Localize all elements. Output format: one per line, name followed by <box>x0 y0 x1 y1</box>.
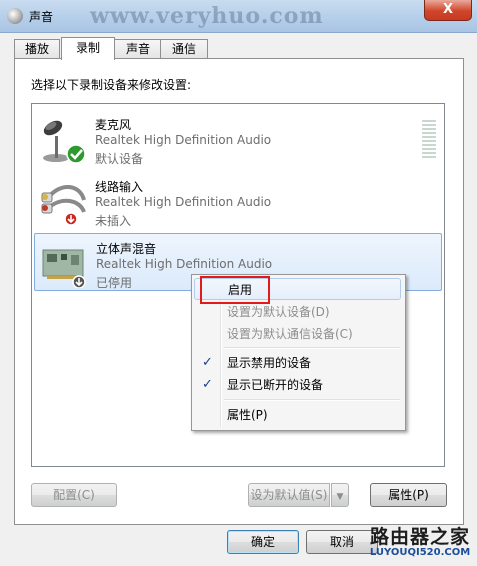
tab-recording[interactable]: 录制 <box>61 37 115 60</box>
device-driver: Realtek High Definition Audio <box>96 257 273 271</box>
tab-playback[interactable]: 播放 <box>14 39 60 59</box>
checkmark-icon: ✓ <box>202 355 213 370</box>
set-default-button[interactable]: 设为默认值(S) <box>248 483 330 507</box>
green-check-icon <box>66 144 86 164</box>
menu-item-enable[interactable]: 启用 <box>194 278 401 300</box>
menu-separator <box>224 347 400 349</box>
configure-button[interactable]: 配置(C) <box>31 483 117 507</box>
sound-dialog: 声音 www.veryhuo.com X 播放 录制 声音 通信 选择以下录制设… <box>0 0 477 566</box>
set-default-dropdown[interactable]: ▼ <box>331 483 349 507</box>
context-menu: 启用 设置为默认设备(D) 设置为默认通信设备(C) ✓ 显示禁用的设备 ✓ 显… <box>191 274 406 431</box>
checkmark-icon: ✓ <box>202 377 213 392</box>
rca-cable-icon <box>41 185 86 226</box>
close-icon: X <box>442 2 454 17</box>
tab-communications[interactable]: 通信 <box>160 39 208 59</box>
menu-item-set-default[interactable]: 设置为默认设备(D) <box>194 301 401 323</box>
speaker-icon <box>7 8 23 24</box>
site-branding: 路由器之家 LUYOUQI520.COM <box>365 522 475 564</box>
brand-url: LUYOUQI520.COM <box>369 547 471 558</box>
device-status: 默认设备 <box>95 152 144 166</box>
device-status: 未插入 <box>95 214 132 228</box>
device-item-line-in[interactable]: 线路输入 Realtek High Definition Audio 未插入 <box>34 172 440 228</box>
menu-item-show-disabled[interactable]: ✓ 显示禁用的设备 <box>194 352 401 374</box>
menu-item-set-default-communication[interactable]: 设置为默认通信设备(C) <box>194 323 401 345</box>
properties-button[interactable]: 属性(P) <box>370 483 447 507</box>
menu-item-properties[interactable]: 属性(P) <box>194 404 401 426</box>
device-driver: Realtek High Definition Audio <box>95 195 272 209</box>
chevron-down-icon: ▼ <box>336 492 344 502</box>
watermark: www.veryhuo.com <box>90 3 324 29</box>
menu-item-show-disconnected[interactable]: ✓ 显示已断开的设备 <box>194 374 401 396</box>
title-bar: 声音 www.veryhuo.com X <box>0 0 477 33</box>
ok-button[interactable]: 确定 <box>227 530 299 554</box>
instruction-text: 选择以下录制设备来修改设置: <box>31 78 192 92</box>
menu-separator <box>224 399 400 401</box>
sound-card-icon <box>42 249 86 288</box>
device-status: 已停用 <box>96 276 133 290</box>
brand-name: 路由器之家 <box>369 526 470 548</box>
close-button[interactable]: X <box>424 0 472 21</box>
device-name: 麦克风 <box>95 118 132 132</box>
level-meter <box>422 120 436 160</box>
device-name: 立体声混音 <box>96 242 157 256</box>
microphone-icon <box>43 120 86 164</box>
window-title: 声音 <box>29 10 54 24</box>
tab-sounds[interactable]: 声音 <box>114 39 162 59</box>
device-name: 线路输入 <box>95 180 144 194</box>
device-item-microphone[interactable]: 麦克风 Realtek High Definition Audio 默认设备 <box>34 110 440 166</box>
device-driver: Realtek High Definition Audio <box>95 133 272 147</box>
